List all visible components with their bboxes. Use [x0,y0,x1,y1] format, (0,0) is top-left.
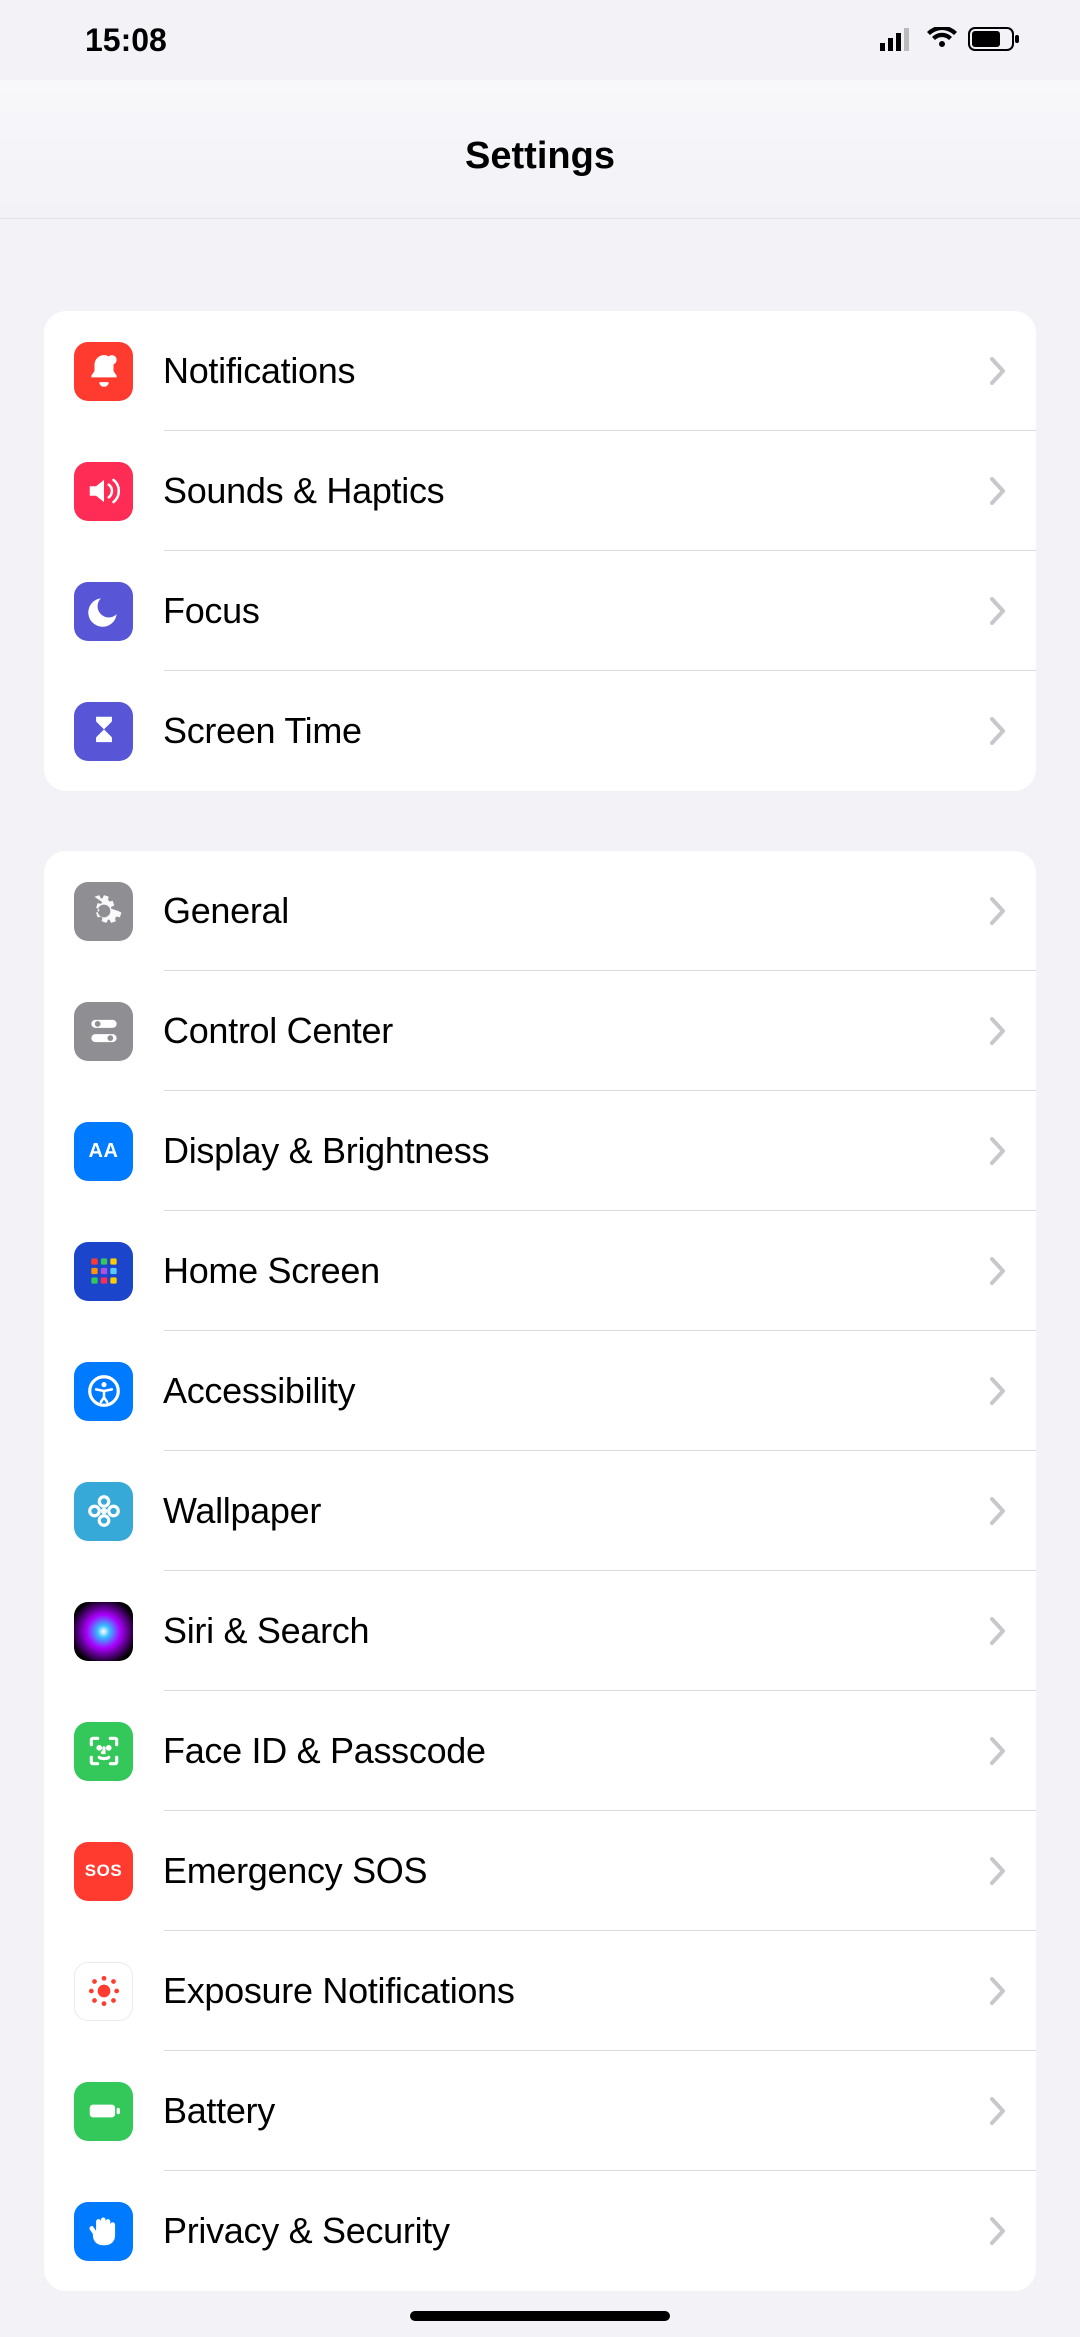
chevron-right-icon [990,1617,1006,1645]
chevron-right-icon [990,1497,1006,1525]
row-label: Face ID & Passcode [163,1730,990,1772]
settings-group-notifications: Notifications Sounds & Haptics Focus Scr… [44,311,1036,791]
battery-row-icon [74,2082,133,2141]
row-siri-search[interactable]: Siri & Search [44,1571,1036,1691]
aa-text: AA [89,1140,119,1163]
chevron-right-icon [990,1977,1006,2005]
moon-icon [74,582,133,641]
row-wallpaper[interactable]: Wallpaper [44,1451,1036,1571]
row-label: Accessibility [163,1370,990,1412]
row-label: Screen Time [163,710,990,752]
gear-icon [74,882,133,941]
cellular-icon [880,22,916,59]
chevron-right-icon [990,1137,1006,1165]
status-indicators [880,22,1020,59]
text-size-icon: AA [74,1122,133,1181]
apps-grid-icon [74,1242,133,1301]
row-label: Focus [163,590,990,632]
battery-icon [968,22,1020,59]
exposure-icon [74,1962,133,2021]
row-control-center[interactable]: Control Center [44,971,1036,1091]
row-label: Siri & Search [163,1610,990,1652]
row-screen-time[interactable]: Screen Time [44,671,1036,791]
row-faceid-passcode[interactable]: Face ID & Passcode [44,1691,1036,1811]
row-general[interactable]: General [44,851,1036,971]
home-indicator[interactable] [410,2311,670,2321]
chevron-right-icon [990,357,1006,385]
chevron-right-icon [990,1377,1006,1405]
row-display-brightness[interactable]: AA Display & Brightness [44,1091,1036,1211]
row-battery[interactable]: Battery [44,2051,1036,2171]
row-label: Exposure Notifications [163,1970,990,2012]
row-focus[interactable]: Focus [44,551,1036,671]
faceid-icon [74,1722,133,1781]
row-label: Home Screen [163,1250,990,1292]
chevron-right-icon [990,1257,1006,1285]
row-label: General [163,890,990,932]
speaker-icon [74,462,133,521]
hand-icon [74,2202,133,2261]
row-accessibility[interactable]: Accessibility [44,1331,1036,1451]
chevron-right-icon [990,717,1006,745]
accessibility-icon [74,1362,133,1421]
chevron-right-icon [990,1857,1006,1885]
row-emergency-sos[interactable]: SOS Emergency SOS [44,1811,1036,1931]
chevron-right-icon [990,2097,1006,2125]
row-home-screen[interactable]: Home Screen [44,1211,1036,1331]
chevron-right-icon [990,597,1006,625]
status-bar: 15:08 [0,0,1080,80]
siri-icon [74,1602,133,1661]
row-label: Wallpaper [163,1490,990,1532]
row-label: Control Center [163,1010,990,1052]
hourglass-icon [74,702,133,761]
status-time: 15:08 [85,22,167,59]
row-label: Emergency SOS [163,1850,990,1892]
page-title: Settings [0,80,1080,219]
chevron-right-icon [990,1017,1006,1045]
chevron-right-icon [990,477,1006,505]
sos-icon: SOS [74,1842,133,1901]
row-exposure-notifications[interactable]: Exposure Notifications [44,1931,1036,2051]
toggles-icon [74,1002,133,1061]
row-label: Display & Brightness [163,1130,990,1172]
chevron-right-icon [990,2217,1006,2245]
flower-icon [74,1482,133,1541]
row-label: Sounds & Haptics [163,470,990,512]
row-privacy-security[interactable]: Privacy & Security [44,2171,1036,2291]
settings-group-general: General Control Center AA Display & Brig… [44,851,1036,2291]
chevron-right-icon [990,1737,1006,1765]
wifi-icon [926,22,958,59]
chevron-right-icon [990,897,1006,925]
row-notifications[interactable]: Notifications [44,311,1036,431]
row-label: Privacy & Security [163,2210,990,2252]
row-label: Notifications [163,350,990,392]
bell-icon [74,342,133,401]
row-label: Battery [163,2090,990,2132]
row-sounds-haptics[interactable]: Sounds & Haptics [44,431,1036,551]
sos-text: SOS [85,1861,122,1881]
